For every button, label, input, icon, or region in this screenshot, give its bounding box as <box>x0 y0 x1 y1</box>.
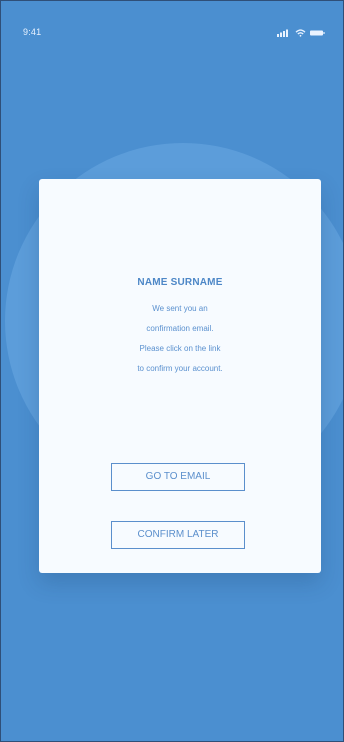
message-line: Please click on the link <box>139 344 221 353</box>
signal-icon <box>277 29 288 37</box>
message-line: We sent you an <box>152 304 208 313</box>
wifi-icon <box>295 29 306 37</box>
message-line: to confirm your account. <box>137 364 223 373</box>
message-line: confirmation email. <box>146 324 214 333</box>
confirmation-card: NAME SURNAME We sent you an confirmation… <box>39 179 321 573</box>
confirmation-message: We sent you an confirmation email. Pleas… <box>85 299 275 379</box>
status-bar: 9:41 <box>1 1 343 41</box>
user-name: NAME SURNAME <box>137 277 223 288</box>
status-time: 9:41 <box>23 27 42 37</box>
email-confirmation-screen: 9:41 NAME SURNAME We sent you an confirm… <box>0 0 344 742</box>
battery-icon <box>310 30 325 36</box>
go-to-email-button[interactable]: GO TO EMAIL <box>111 463 245 491</box>
status-icons <box>277 29 325 37</box>
confirm-later-button[interactable]: CONFIRM LATER <box>111 521 245 549</box>
